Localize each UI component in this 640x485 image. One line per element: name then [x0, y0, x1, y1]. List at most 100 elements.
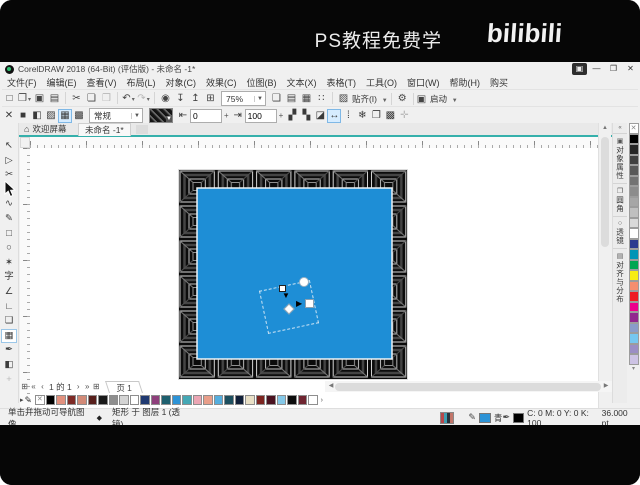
no-transparency-icon[interactable]: ✕: [2, 109, 16, 123]
texture-transparency-icon[interactable]: ▩: [72, 109, 86, 123]
menu-item[interactable]: 帮助(H): [445, 76, 486, 89]
artistic-media-tool[interactable]: ✎: [1, 212, 17, 227]
spinner-icon[interactable]: +: [279, 111, 284, 120]
page-1-tab[interactable]: 页 1: [105, 381, 142, 393]
menu-item[interactable]: 窗口(W): [402, 76, 445, 89]
color-swatch[interactable]: [67, 395, 77, 405]
transparency-midpoint-handle[interactable]: [299, 277, 309, 287]
customize-toolbox-button[interactable]: +: [1, 373, 17, 388]
first-page-icon[interactable]: «: [29, 382, 38, 391]
wrap-transparency-icon[interactable]: ▩: [383, 109, 397, 123]
save-icon[interactable]: ▣: [32, 92, 47, 106]
transparency-tool[interactable]: ▦: [1, 329, 17, 344]
uniform-transparency-icon[interactable]: ■: [16, 109, 30, 123]
tab-document-untitled[interactable]: 未命名 -1*: [78, 123, 131, 136]
vertical-scrollbar[interactable]: ▲ ▼: [598, 123, 611, 444]
fullscreen-preview-icon[interactable]: ❑: [269, 92, 284, 106]
show-grid-icon[interactable]: ▦: [299, 92, 314, 106]
color-swatch[interactable]: [629, 344, 639, 355]
color-swatch[interactable]: [172, 395, 182, 405]
maximize-button[interactable]: ❐: [606, 63, 621, 75]
color-swatch[interactable]: [629, 228, 639, 239]
docker-tab-corners[interactable]: ❐圆角: [613, 183, 627, 216]
vector-pattern-transparency-icon[interactable]: ▨: [44, 109, 58, 123]
application-launcher-button[interactable]: ▣ 启动 ▼: [417, 92, 458, 106]
color-swatch[interactable]: [629, 186, 639, 197]
color-swatch[interactable]: [256, 395, 266, 405]
edit-transparency-icon[interactable]: ◪: [313, 109, 327, 123]
docker-tab-align-distribute[interactable]: ▤对齐与分布: [613, 248, 627, 307]
docker-collapse-icon[interactable]: «: [613, 123, 627, 133]
color-swatch[interactable]: [88, 395, 98, 405]
palette-scroll-left-icon[interactable]: ▸: [20, 396, 24, 404]
color-swatch[interactable]: [629, 144, 639, 155]
copy-transparency-icon[interactable]: ❐: [369, 109, 383, 123]
menu-item[interactable]: 编辑(E): [42, 76, 82, 89]
color-swatch[interactable]: [56, 395, 66, 405]
color-swatch[interactable]: [98, 395, 108, 405]
color-swatch[interactable]: [629, 249, 639, 260]
color-swatch[interactable]: [193, 395, 203, 405]
snap-off-icon[interactable]: ▨: [336, 92, 351, 106]
horizontal-scrollbar[interactable]: ◀ ▶: [325, 381, 612, 392]
ruler-origin-box[interactable]: [20, 137, 30, 148]
color-swatch[interactable]: [130, 395, 140, 405]
spinner-icon[interactable]: +: [224, 111, 229, 120]
menu-item[interactable]: 文件(F): [2, 76, 42, 89]
palette-scroll-down-icon[interactable]: ▾: [627, 365, 640, 372]
polygon-tool[interactable]: ✶: [1, 256, 17, 271]
undo-icon[interactable]: ↶▾: [121, 92, 136, 106]
last-page-icon[interactable]: »: [83, 382, 92, 391]
scroll-right-icon[interactable]: ▶: [600, 381, 612, 391]
print-icon[interactable]: ▤: [47, 92, 62, 106]
transparency-ellipsis-icon[interactable]: ⁞: [341, 109, 355, 123]
color-swatch[interactable]: [161, 395, 171, 405]
menu-item[interactable]: 效果(C): [201, 76, 242, 89]
horizontal-scroll-thumb[interactable]: [335, 383, 601, 391]
connector-tool[interactable]: ∟: [1, 300, 17, 315]
color-swatch[interactable]: [46, 395, 56, 405]
vertical-scroll-thumb[interactable]: [601, 137, 609, 247]
show-guidelines-icon[interactable]: ∷: [314, 92, 329, 106]
minimize-button[interactable]: —: [589, 63, 604, 75]
add-page-front-icon[interactable]: ⊞: [20, 382, 29, 391]
mirror-horizontal-icon[interactable]: ▞: [285, 109, 299, 123]
show-rulers-icon[interactable]: ▤: [284, 92, 299, 106]
color-swatch[interactable]: [140, 395, 150, 405]
color-swatch[interactable]: [629, 155, 639, 166]
add-page-back-icon[interactable]: ⊞: [92, 382, 101, 391]
color-swatch[interactable]: [235, 395, 245, 405]
open-icon[interactable]: ❐▾: [17, 92, 32, 106]
next-page-icon[interactable]: ›: [74, 382, 83, 391]
color-swatch[interactable]: [629, 207, 639, 218]
menu-item[interactable]: 查看(V): [82, 76, 122, 89]
color-swatch[interactable]: [629, 312, 639, 323]
bitmap-pattern-transparency-icon[interactable]: ▦: [58, 109, 72, 123]
color-swatch[interactable]: [119, 395, 129, 405]
mirror-vertical-icon[interactable]: ▚: [299, 109, 313, 123]
snap-to-button[interactable]: 贴齐(I) ▼: [351, 92, 388, 106]
shadow-tool[interactable]: ❏: [1, 314, 17, 329]
menu-item[interactable]: 工具(O): [361, 76, 402, 89]
text-tool[interactable]: 字: [1, 270, 17, 285]
copy-icon[interactable]: ❏: [84, 92, 99, 106]
interactive-fill-tool[interactable]: ◧: [1, 358, 17, 373]
color-swatch[interactable]: [629, 165, 639, 176]
docker-tab-object-properties[interactable]: ▣对象属性: [613, 133, 627, 183]
menu-item[interactable]: 对象(C): [161, 76, 202, 89]
zoom-level-combobox[interactable]: 75% ▼: [221, 91, 266, 106]
color-swatch[interactable]: [629, 333, 639, 344]
color-swatch[interactable]: [629, 197, 639, 208]
color-swatch[interactable]: [629, 134, 639, 145]
framed-bitmap-image[interactable]: [178, 169, 408, 380]
prev-page-icon[interactable]: ‹: [38, 382, 47, 391]
color-eyedropper-tool[interactable]: ✒: [1, 343, 17, 358]
color-swatch[interactable]: [629, 354, 639, 365]
color-swatch[interactable]: [203, 395, 213, 405]
export-icon[interactable]: ↥: [188, 92, 203, 106]
title-bar[interactable]: CorelDRAW 2018 (64-Bit) (评估版) - 未命名 -1* …: [0, 62, 640, 76]
palette-scroll-right-icon[interactable]: ›: [321, 397, 323, 404]
color-swatch[interactable]: [629, 176, 639, 187]
menu-item[interactable]: 购买: [485, 76, 513, 89]
color-swatch[interactable]: [214, 395, 224, 405]
